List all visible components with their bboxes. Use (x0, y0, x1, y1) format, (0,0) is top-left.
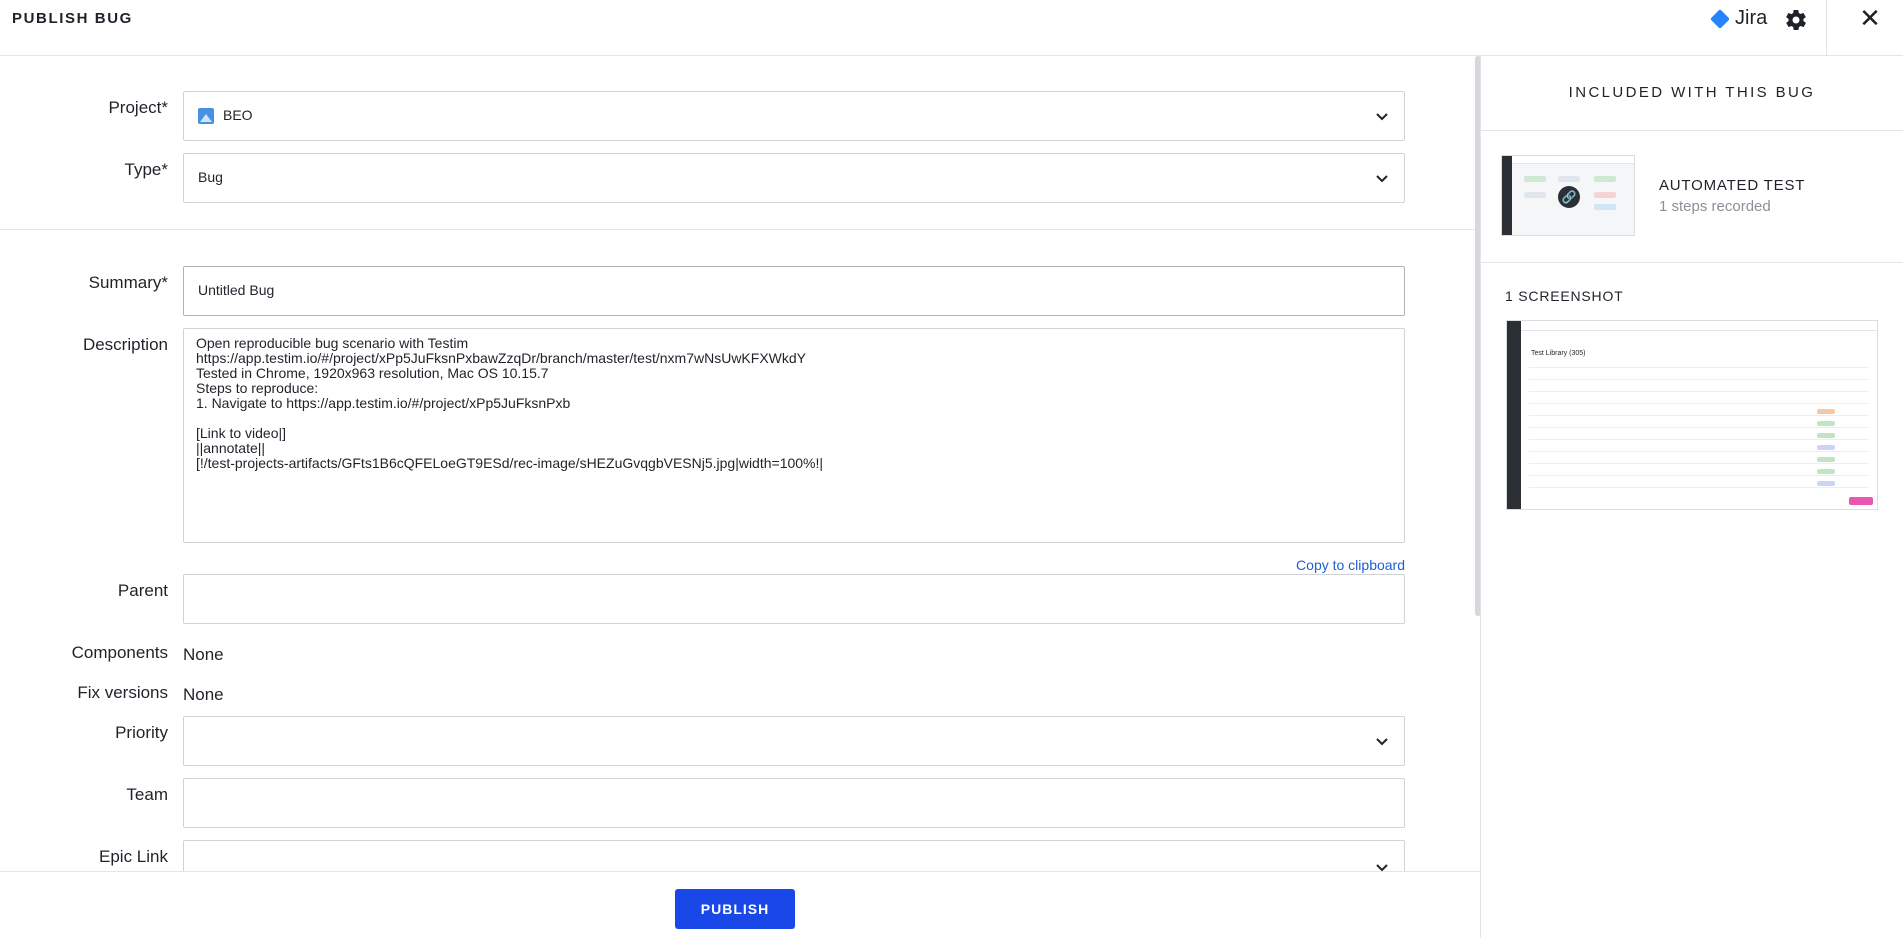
project-avatar-icon (198, 108, 214, 124)
screenshot-heading: 1 SCREENSHOT (1505, 288, 1624, 304)
project-label: Project* (108, 98, 168, 117)
thumb-tag (1817, 481, 1835, 486)
fix-versions-value: None (183, 685, 224, 704)
priority-select[interactable] (183, 716, 1405, 766)
description-textarea[interactable]: Open reproducible bug scenario with Test… (183, 328, 1405, 543)
thumb-tag (1817, 409, 1835, 414)
section-divider (0, 229, 1475, 230)
bug-form: Project* BEO Type* Bug Summary* Untitled… (0, 56, 1475, 871)
thumb-node (1594, 192, 1616, 198)
steps-recorded-count: 1 steps recorded (1659, 198, 1771, 215)
components-label: Components (71, 643, 168, 662)
summary-input[interactable]: Untitled Bug (183, 266, 1405, 316)
components-value: None (183, 645, 224, 664)
close-icon[interactable]: ✕ (1858, 4, 1882, 32)
thumb-tag (1817, 421, 1835, 426)
epic-link-select[interactable] (183, 840, 1405, 871)
thumb-row (1529, 475, 1869, 476)
chevron-down-icon (1376, 175, 1388, 183)
copy-to-clipboard-link[interactable]: Copy to clipboard (1180, 557, 1405, 573)
type-select[interactable]: Bug (183, 153, 1405, 203)
team-label: Team (126, 785, 168, 804)
team-input[interactable] (183, 778, 1405, 828)
thumb-row (1529, 391, 1869, 392)
description-value: Open reproducible bug scenario with Test… (196, 335, 824, 471)
thumb-node (1524, 192, 1546, 198)
parent-input[interactable] (183, 574, 1405, 624)
screenshot-thumb-title: Test Library (305) (1531, 350, 1586, 357)
thumb-tag (1817, 433, 1835, 438)
thumb-tag (1849, 497, 1873, 505)
fix-versions-label: Fix versions (77, 683, 168, 702)
thumb-tag (1817, 457, 1835, 462)
thumb-row (1529, 487, 1869, 488)
thumb-row (1529, 427, 1869, 428)
thumb-row (1529, 463, 1869, 464)
priority-label: Priority (115, 723, 168, 742)
automated-test-title: AUTOMATED TEST (1659, 177, 1806, 194)
thumb-sidebar (1507, 321, 1521, 509)
project-value: BEO (223, 107, 253, 123)
header-divider (1826, 0, 1827, 56)
thumb-row (1529, 379, 1869, 380)
type-label: Type* (124, 160, 168, 179)
gear-icon[interactable] (1784, 8, 1808, 32)
page-title: PUBLISH BUG (12, 10, 133, 27)
thumb-row (1529, 415, 1869, 416)
thumb-row (1529, 367, 1869, 368)
thumb-node (1594, 204, 1616, 210)
thumb-row (1529, 451, 1869, 452)
screenshot-thumbnail[interactable]: Test Library (305) (1506, 320, 1878, 510)
jira-icon (1710, 8, 1730, 29)
header-bar: PUBLISH BUG Jira ✕ (0, 0, 1903, 56)
summary-value: Untitled Bug (198, 282, 275, 298)
jira-label: Jira (1735, 7, 1768, 29)
thumb-tag (1817, 469, 1835, 474)
publish-button[interactable]: PUBLISH (675, 889, 795, 929)
parent-label: Parent (117, 581, 168, 600)
footer-bar: PUBLISH (0, 871, 1480, 938)
panel-divider-middle (1481, 262, 1903, 263)
thumb-node (1594, 176, 1616, 182)
chevron-down-icon (1376, 738, 1388, 746)
included-panel: INCLUDED WITH THIS BUG 🔗 AUTOMATED TEST … (1481, 56, 1903, 938)
project-select[interactable]: BEO (183, 91, 1405, 141)
type-value: Bug (198, 169, 223, 185)
panel-heading: INCLUDED WITH THIS BUG (1568, 84, 1816, 101)
automated-test-thumbnail[interactable]: 🔗 (1501, 155, 1635, 236)
link-icon: 🔗 (1558, 186, 1580, 208)
chevron-down-icon (1376, 864, 1388, 871)
thumb-tag (1817, 445, 1835, 450)
thumb-row (1529, 403, 1869, 404)
thumb-topbar (1512, 156, 1634, 164)
description-label: Description (82, 335, 168, 354)
jira-integration-link[interactable]: Jira (1710, 7, 1768, 30)
panel-divider-top (1481, 130, 1903, 131)
summary-label: Summary* (88, 273, 168, 292)
thumb-node (1558, 176, 1580, 182)
thumb-sidebar (1502, 156, 1512, 235)
thumb-node (1524, 176, 1546, 182)
thumb-topbar (1521, 321, 1877, 331)
thumb-row (1529, 439, 1869, 440)
epic-link-label: Epic Link (99, 847, 168, 866)
chevron-down-icon (1376, 113, 1388, 121)
